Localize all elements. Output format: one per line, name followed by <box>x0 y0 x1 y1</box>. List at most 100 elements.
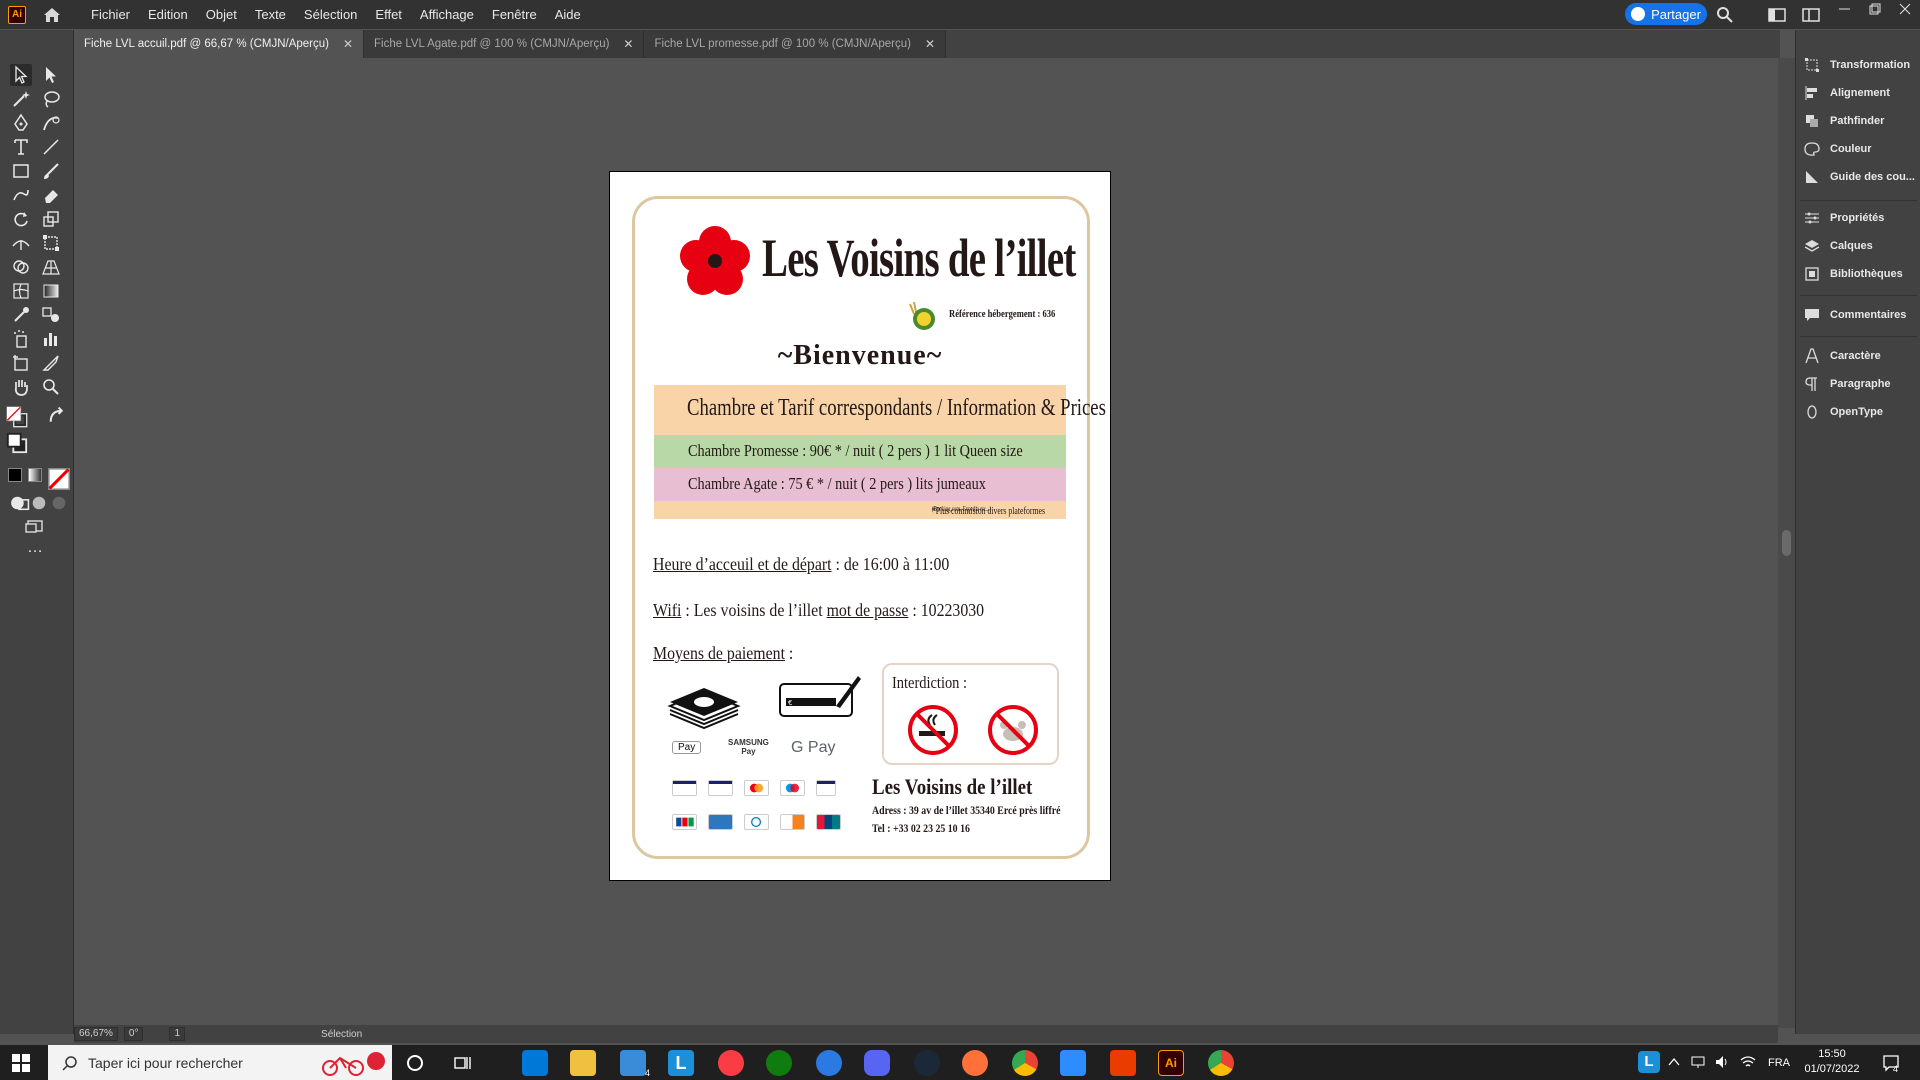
panel-bibliotheques[interactable]: Bibliothèques <box>1804 263 1903 285</box>
eyedropper-tool-icon[interactable] <box>10 304 32 326</box>
arrange-documents-icon[interactable] <box>1802 6 1820 24</box>
zoom-tool-icon[interactable] <box>40 376 62 398</box>
network-icon[interactable] <box>1690 1054 1706 1070</box>
home-icon[interactable] <box>42 5 62 25</box>
menu-selection[interactable]: Sélection <box>295 0 366 29</box>
xbox-icon[interactable] <box>766 1050 792 1076</box>
curvature-tool-icon[interactable] <box>40 112 62 134</box>
steam-icon[interactable] <box>914 1050 940 1076</box>
workspace-icon[interactable] <box>1768 6 1786 24</box>
menu-objet[interactable]: Objet <box>197 0 246 29</box>
mesh-tool-icon[interactable] <box>10 280 32 302</box>
draw-inside-icon[interactable] <box>48 492 66 510</box>
input-language[interactable]: FRA <box>1768 1045 1790 1080</box>
scale-tool-icon[interactable] <box>40 208 62 230</box>
microsoft-store-icon[interactable] <box>522 1050 548 1076</box>
symbol-sprayer-tool-icon[interactable] <box>10 328 32 350</box>
panel-commentaires[interactable]: Commentaires <box>1804 304 1906 326</box>
panel-proprietes[interactable]: Propriétés <box>1804 207 1884 229</box>
selection-tool-icon[interactable] <box>10 64 32 86</box>
width-tool-icon[interactable] <box>10 232 32 254</box>
restore-icon[interactable] <box>1866 2 1884 20</box>
menu-fenetre[interactable]: Fenêtre <box>483 0 546 29</box>
panel-transformation[interactable]: Transformation <box>1804 54 1910 76</box>
gradient-mode-icon[interactable] <box>28 468 42 482</box>
menu-texte[interactable]: Texte <box>246 0 295 29</box>
zoom-field[interactable]: 66,67% <box>74 1027 118 1041</box>
panel-couleur[interactable]: Couleur <box>1804 138 1872 160</box>
panel-alignement[interactable]: Alignement <box>1804 82 1890 104</box>
volume-icon[interactable] <box>1714 1054 1730 1070</box>
panel-guide-couleurs[interactable]: Guide des cou... <box>1804 166 1915 188</box>
panel-paragraphe[interactable]: Paragraphe <box>1804 373 1891 395</box>
menu-effet[interactable]: Effet <box>366 0 411 29</box>
swap-fill-stroke-icon[interactable] <box>46 406 64 422</box>
office-icon[interactable] <box>1110 1050 1136 1076</box>
menu-fichier[interactable]: Fichier <box>82 0 139 29</box>
panel-opentype[interactable]: OpenType <box>1804 401 1883 423</box>
draw-behind-icon[interactable] <box>28 492 46 510</box>
screen-mode-icon[interactable] <box>24 516 46 534</box>
type-tool-icon[interactable] <box>10 136 32 158</box>
blend-tool-icon[interactable] <box>40 304 62 326</box>
free-transform-tool-icon[interactable] <box>40 232 62 254</box>
wifi-icon[interactable] <box>1740 1054 1756 1070</box>
menu-edition[interactable]: Edition <box>139 0 197 29</box>
file-explorer-icon[interactable] <box>570 1050 596 1076</box>
app-l-icon[interactable]: L <box>668 1050 694 1076</box>
minimize-icon[interactable] <box>1836 2 1854 20</box>
mail-icon[interactable]: 4 <box>620 1050 650 1078</box>
line-tool-icon[interactable] <box>40 136 62 158</box>
chevron-up-icon[interactable] <box>1668 1057 1680 1067</box>
close-tab-icon[interactable]: ✕ <box>343 37 353 51</box>
close-tab-icon[interactable]: ✕ <box>623 37 633 51</box>
share-button[interactable]: Partager <box>1625 3 1707 25</box>
close-tab-icon[interactable]: ✕ <box>925 37 935 51</box>
tab-fiche-promesse[interactable]: Fiche LVL promesse.pdf @ 100 % (CMJN/Ape… <box>644 30 947 58</box>
taskbar-search-input[interactable]: Taper ici pour rechercher <box>48 1045 392 1080</box>
paintbrush-tool-icon[interactable] <box>40 160 62 182</box>
windows-start-icon[interactable] <box>12 1054 30 1072</box>
panel-calques[interactable]: Calques <box>1804 235 1873 257</box>
task-view-icon[interactable] <box>454 1054 472 1072</box>
gradient-tool-icon[interactable] <box>40 280 62 302</box>
menu-affichage[interactable]: Affichage <box>411 0 483 29</box>
artboard-tool-icon[interactable] <box>10 352 32 374</box>
pen-tool-icon[interactable] <box>10 112 32 134</box>
rotate-tool-icon[interactable] <box>10 208 32 230</box>
none-mode-icon[interactable] <box>48 468 70 490</box>
clock[interactable]: 15:50 01/07/2022 <box>1792 1047 1872 1077</box>
zoom-app-icon[interactable] <box>1060 1050 1086 1076</box>
perspective-grid-tool-icon[interactable] <box>40 256 62 278</box>
vertical-scrollbar[interactable] <box>1778 58 1795 1028</box>
color-mode-icon[interactable] <box>8 468 22 482</box>
chrome-icon[interactable] <box>1012 1050 1038 1076</box>
rotation-field[interactable]: 0° <box>123 1027 144 1041</box>
scrollbar-thumb[interactable] <box>1782 530 1791 556</box>
shaper-tool-icon[interactable] <box>10 184 32 206</box>
shape-builder-tool-icon[interactable] <box>10 256 32 278</box>
draw-normal-icon[interactable] <box>8 492 30 511</box>
tab-fiche-agate[interactable]: Fiche LVL Agate.pdf @ 100 % (CMJN/Aperçu… <box>364 30 645 58</box>
more-tools-icon[interactable]: … <box>24 540 46 558</box>
direct-selection-tool-icon[interactable] <box>40 64 62 86</box>
search-icon[interactable] <box>1716 6 1734 24</box>
column-graph-tool-icon[interactable] <box>40 328 62 350</box>
hand-tool-icon[interactable] <box>10 376 32 398</box>
discord-icon[interactable] <box>864 1050 890 1076</box>
cortana-icon[interactable] <box>406 1054 424 1072</box>
panel-caractere[interactable]: Caractère <box>1804 345 1881 367</box>
panel-pathfinder[interactable]: Pathfinder <box>1804 110 1884 132</box>
app-blue-icon[interactable] <box>816 1050 842 1076</box>
artboard[interactable]: Les Voisins de l’illet Référence héberge… <box>609 171 1111 881</box>
tab-fiche-accueil[interactable]: Fiche LVL accuil.pdf @ 66,67 % (CMJN/Ape… <box>74 30 365 58</box>
menu-aide[interactable]: Aide <box>546 0 590 29</box>
itunes-icon[interactable] <box>718 1050 744 1076</box>
eraser-tool-icon[interactable] <box>40 184 62 206</box>
magic-wand-tool-icon[interactable] <box>10 88 32 110</box>
artboard-number-field[interactable]: 1 <box>169 1027 186 1041</box>
lasso-tool-icon[interactable] <box>40 88 62 110</box>
default-fill-stroke-icon[interactable] <box>6 432 28 454</box>
chrome-profile-icon[interactable] <box>1208 1050 1234 1076</box>
close-window-icon[interactable] <box>1896 2 1914 20</box>
